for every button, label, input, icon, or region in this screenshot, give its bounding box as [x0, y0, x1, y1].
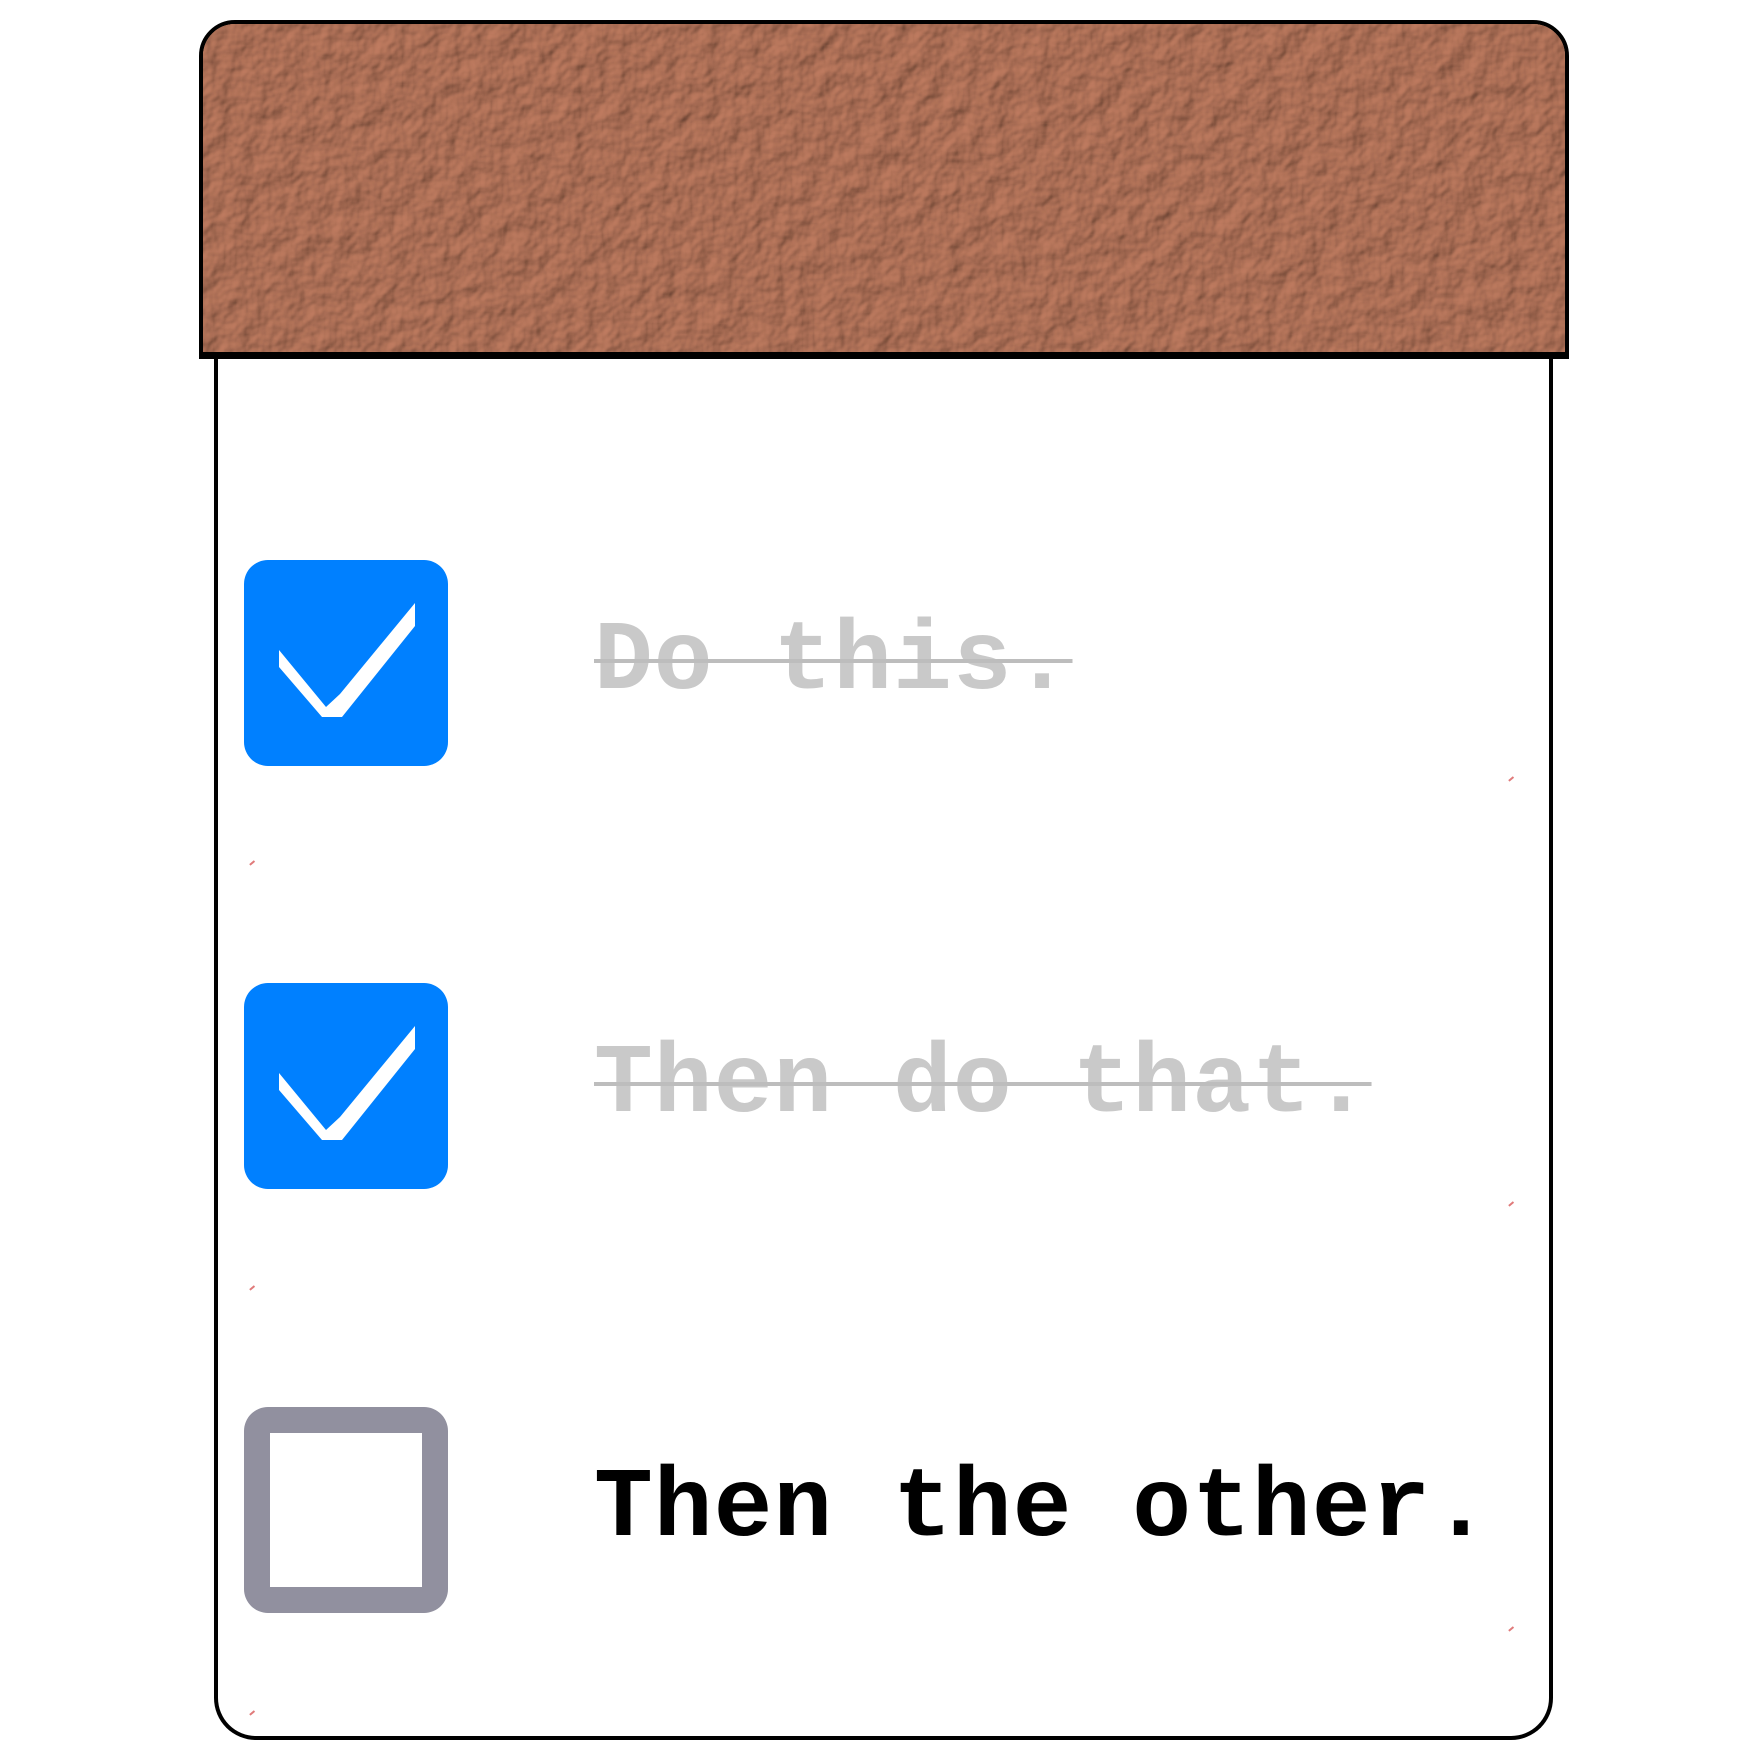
leather-texture	[203, 24, 1565, 353]
checkbox-checked[interactable]	[244, 560, 448, 766]
checklist-card: Do this. Then do that. Then the other.	[0, 0, 1754, 1754]
checkmark-icon	[279, 603, 415, 717]
checkbox-unchecked[interactable]	[244, 1407, 448, 1613]
checkbox-checked[interactable]	[244, 983, 448, 1189]
task-label: Then the other.	[594, 1454, 1492, 1565]
leather-header	[199, 20, 1569, 357]
task-item-2[interactable]: Then do that.	[244, 983, 1494, 1189]
task-label: Do this.	[594, 607, 1073, 718]
task-item-3[interactable]: Then the other.	[244, 1407, 1494, 1613]
header-divider	[199, 352, 1569, 359]
task-item-1[interactable]: Do this.	[244, 560, 1494, 766]
task-label: Then do that.	[594, 1030, 1372, 1141]
checkmark-icon	[279, 1026, 415, 1140]
